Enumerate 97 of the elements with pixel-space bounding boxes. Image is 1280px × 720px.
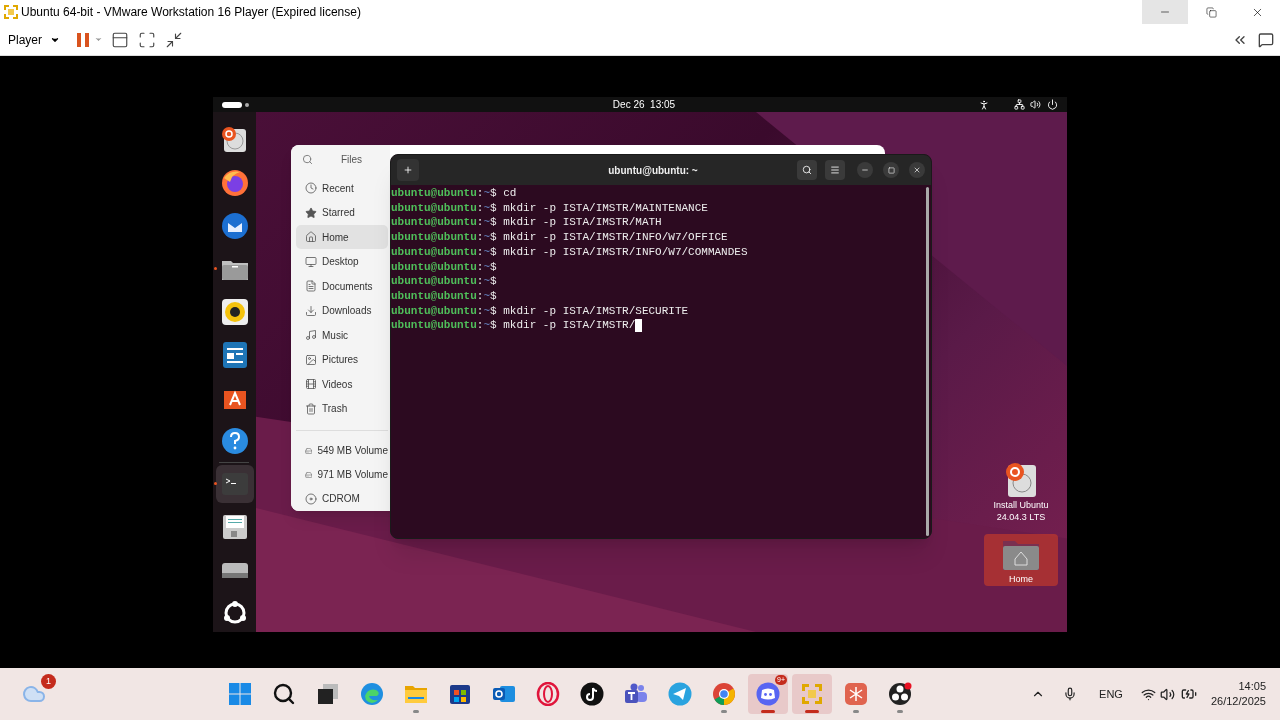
- running-indicator: [761, 710, 775, 713]
- sidebar-item[interactable]: Videos: [296, 372, 388, 396]
- sidebar-item[interactable]: Downloads: [296, 299, 388, 323]
- image-icon: [305, 353, 317, 366]
- obs-icon[interactable]: [888, 682, 912, 706]
- window-title: Ubuntu 64-bit - VMware Workstation 16 Player (Expired license): [21, 4, 361, 21]
- message-icon[interactable]: [1258, 31, 1274, 48]
- paper-plane-icon[interactable]: [668, 682, 692, 706]
- trash-icon: [305, 402, 317, 415]
- sidebar-item[interactable]: Pictures: [296, 348, 388, 372]
- sidebar-item[interactable]: Trash: [296, 397, 388, 421]
- search-button[interactable]: [797, 160, 817, 180]
- running-indicator: [853, 710, 859, 713]
- disc-icon: [305, 492, 317, 505]
- close-button[interactable]: [909, 162, 925, 178]
- terminal-line: ubuntu@ubuntu:~$ mkdir -p ISTA/IMSTR/INFO/W7/COMMANDES: [391, 244, 749, 260]
- opera-icon[interactable]: [536, 682, 560, 706]
- battery-icon[interactable]: [1180, 686, 1197, 702]
- menu-button[interactable]: [825, 160, 845, 180]
- windows-start-icon[interactable]: [228, 682, 252, 706]
- running-indicator: [213, 482, 217, 485]
- taskbar-clock[interactable]: 14:05 26/12/2025: [1210, 679, 1266, 709]
- new-tab-button[interactable]: [397, 159, 419, 181]
- running-indicator: [413, 710, 419, 713]
- power-icon[interactable]: [1047, 99, 1058, 110]
- sidebar-item[interactable]: Starred: [296, 200, 388, 225]
- monitor-icon: [305, 255, 317, 268]
- search-icon[interactable]: [272, 682, 296, 706]
- running-indicator: [721, 710, 727, 713]
- fullscreen-icon[interactable]: [138, 30, 156, 49]
- terminal-line: ubuntu@ubuntu:~$ mkdir -p ISTA/IMSTR/MATH: [391, 215, 663, 231]
- menu-icon: [830, 165, 840, 175]
- terminal-title: ubuntu@ubuntu: ~: [607, 163, 699, 178]
- minimize-icon: [861, 166, 869, 174]
- download-icon: [305, 304, 317, 317]
- microphone-icon[interactable]: [1063, 687, 1078, 701]
- workspace-indicator-icon: [222, 101, 250, 108]
- home-icon: [305, 231, 317, 244]
- language-indicator[interactable]: ENG: [1099, 685, 1123, 703]
- minimize-button[interactable]: [857, 162, 873, 178]
- terminal-line: ubuntu@ubuntu:~$ mkdir -p ISTA/IMSTR/: [391, 318, 926, 334]
- terminal-line: ubuntu@ubuntu:~$: [391, 274, 498, 289]
- clock[interactable]: Dec 26 13:05: [552, 97, 676, 112]
- restore-icon: [1205, 6, 1217, 18]
- terminal-line: ubuntu@ubuntu:~$: [391, 288, 498, 304]
- caret-icon: [94, 35, 103, 44]
- sidebar-item[interactable]: Documents: [296, 274, 388, 298]
- accessibility-icon[interactable]: [978, 98, 990, 111]
- running-indicator: [213, 267, 217, 270]
- search-icon: [802, 165, 812, 175]
- discord-icon[interactable]: [756, 682, 780, 706]
- sidebar-item[interactable]: Music: [296, 323, 388, 347]
- network-icon[interactable]: [1014, 99, 1025, 110]
- sidebar-item[interactable]: Recent: [296, 176, 388, 200]
- maximize-button[interactable]: [883, 162, 899, 178]
- speaker-icon[interactable]: [219, 297, 250, 327]
- sidebar-item[interactable]: Desktop: [296, 249, 388, 274]
- sidebar-item[interactable]: 549 MB Volume: [296, 438, 388, 463]
- music-icon: [305, 329, 317, 342]
- teams-icon[interactable]: [624, 682, 648, 706]
- maximize-icon: [887, 166, 895, 174]
- thunderbird-icon[interactable]: [219, 211, 250, 241]
- volume-icon[interactable]: [1030, 99, 1041, 110]
- sidebar-item[interactable]: 971 MB Volume: [296, 462, 388, 487]
- document-icon: [305, 280, 317, 293]
- terminal-line: ubuntu@ubuntu:~$: [391, 259, 498, 275]
- edge-icon[interactable]: [360, 682, 384, 706]
- terminal-line: ubuntu@ubuntu:~$ mkdir -p ISTA/IMSTR/INFO/W7/OFFICE: [391, 230, 729, 245]
- store-icon[interactable]: [448, 682, 472, 706]
- film-icon: [305, 378, 317, 391]
- help-icon[interactable]: [219, 426, 250, 456]
- running-indicator: [897, 710, 903, 713]
- player-menu[interactable]: Player: [8, 30, 60, 49]
- unity-icon[interactable]: [165, 30, 183, 49]
- wifi-icon[interactable]: [1140, 686, 1156, 702]
- running-indicator: [805, 710, 819, 713]
- sidebar-title: Files: [341, 153, 363, 168]
- star-icon: [305, 206, 317, 219]
- send-keys-icon[interactable]: [111, 30, 129, 49]
- close-icon: [913, 166, 921, 174]
- pause-icon: [76, 31, 90, 48]
- chrome-icon[interactable]: [712, 682, 736, 706]
- terminal-line: ubuntu@ubuntu:~$ mkdir -p ISTA/IMSTR/MAINTENANCE: [391, 200, 709, 216]
- notification-badge: 1: [41, 674, 56, 689]
- sidebar-item[interactable]: Home: [296, 225, 388, 249]
- sidebar-item[interactable]: CDROM: [296, 486, 388, 511]
- task-view-icon[interactable]: [316, 682, 340, 706]
- volume-icon[interactable]: [1159, 686, 1175, 702]
- clock-icon: [305, 182, 317, 194]
- music-note-icon[interactable]: [580, 682, 604, 706]
- desktop-icon[interactable]: Home: [984, 534, 1058, 586]
- vmware-logo-icon: [3, 4, 19, 20]
- firefox-icon[interactable]: [219, 168, 250, 198]
- plus-icon: [403, 165, 413, 175]
- terminal-line: ubuntu@ubuntu:~$ cd: [391, 186, 518, 201]
- terminal-line: ubuntu@ubuntu:~$ mkdir -p ISTA/IMSTR/SECURITE: [391, 303, 690, 319]
- snowflake-icon[interactable]: [844, 682, 868, 706]
